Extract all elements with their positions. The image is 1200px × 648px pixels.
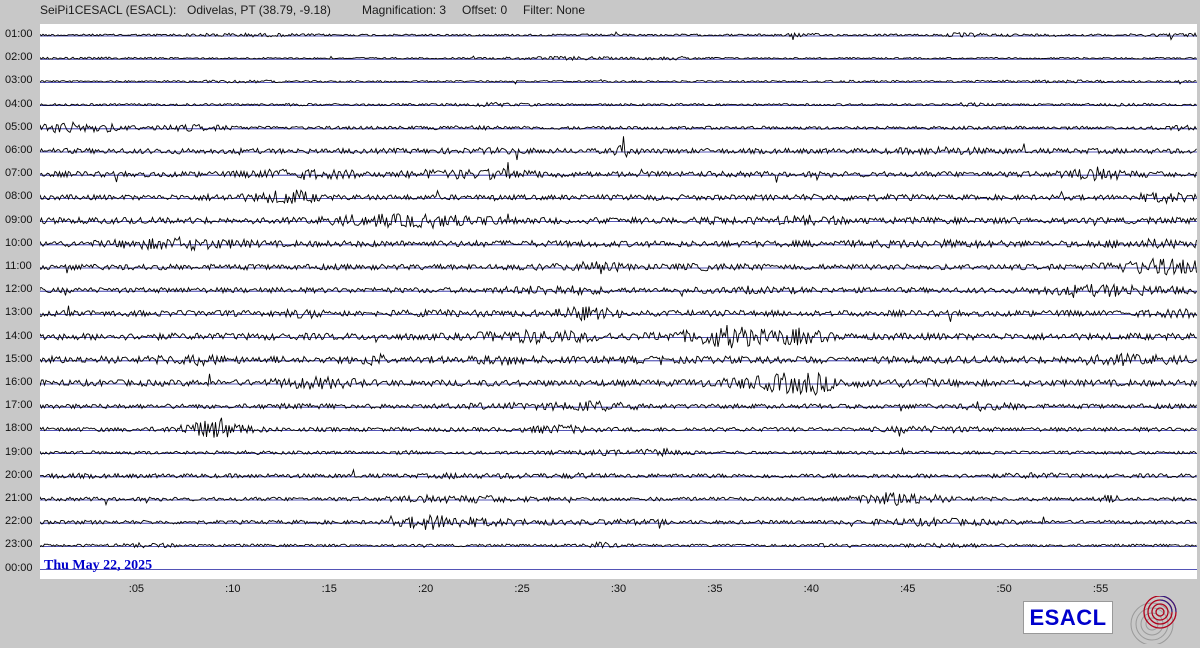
hour-label: 00:00 <box>5 561 33 574</box>
seismic-trace <box>40 513 1197 530</box>
concentric-circles-logo-icon <box>1130 596 1177 644</box>
location-label: Odivelas, PT (38.79, -9.18) <box>187 3 331 17</box>
minute-tick-label: :05 <box>128 583 145 595</box>
seismic-trace <box>40 78 1197 85</box>
hour-label: 04:00 <box>5 97 33 110</box>
brand-label: ESACL <box>1029 604 1107 630</box>
filter-label: Filter: None <box>523 3 586 17</box>
hour-label: 23:00 <box>5 538 33 551</box>
hour-label: 06:00 <box>5 144 33 156</box>
seismic-trace <box>40 136 1197 161</box>
seismic-trace <box>40 101 1197 108</box>
hour-label: 12:00 <box>5 283 33 296</box>
hour-label: 20:00 <box>5 468 33 481</box>
seismic-trace <box>40 189 1197 205</box>
hour-label: 13:00 <box>5 306 33 319</box>
hour-label: 16:00 <box>5 376 33 388</box>
seismic-trace <box>40 446 1197 458</box>
hour-label: 15:00 <box>5 352 33 365</box>
minute-axis: :05 :10 :15 :20 :25 :30 :35 :40 :45 :50 :55 <box>40 583 1197 597</box>
seismic-trace <box>40 162 1197 183</box>
seismic-trace <box>40 325 1197 349</box>
hour-label: 21:00 <box>5 492 33 504</box>
seismic-trace <box>40 417 1197 438</box>
helicorder-traces <box>40 31 1197 570</box>
seismogram-plot[interactable] <box>40 24 1197 579</box>
seismic-trace <box>40 400 1197 413</box>
minute-tick-label: :20 <box>418 583 434 595</box>
hour-label: 18:00 <box>5 422 33 435</box>
minute-tick-label: :45 <box>900 583 916 595</box>
minute-tick-label: :10 <box>225 583 241 595</box>
minute-tick-label: :50 <box>996 583 1012 595</box>
hour-label: 11:00 <box>5 260 32 272</box>
minute-tick-label: :25 <box>514 583 530 595</box>
magnification-label: Magnification: 3 <box>362 3 447 17</box>
minute-tick-label: :55 <box>1092 583 1109 595</box>
hour-label: 14:00 <box>5 329 33 342</box>
hour-label: 05:00 <box>5 120 33 133</box>
hour-label: 02:00 <box>5 51 33 64</box>
seismic-trace <box>40 235 1197 252</box>
hour-label: 17:00 <box>5 399 33 412</box>
hour-axis: 01:00 02:00 03:00 04:00 05:00 06:00 07:00 08:00… <box>0 24 40 584</box>
minute-tick-label: :40 <box>803 583 819 595</box>
hour-label: 22:00 <box>5 515 33 528</box>
seismic-trace <box>40 121 1197 134</box>
hour-label: 10:00 <box>5 236 33 249</box>
station-label: SeiPi1CESACL (ESACL): <box>40 3 177 17</box>
minute-tick-label: :30 <box>610 583 627 595</box>
date-label: Thu May 22, 2025 <box>44 558 153 573</box>
hour-label: 08:00 <box>5 190 33 203</box>
minute-tick-label: :35 <box>707 583 723 595</box>
seismic-trace <box>40 305 1197 322</box>
seismic-trace <box>40 352 1197 367</box>
hour-label: 01:00 <box>5 28 33 40</box>
esacl-brand-box: ESACL <box>1023 601 1113 634</box>
header-bar: SeiPi1CESACL (ESACL): Odivelas, PT (38.7… <box>0 0 1200 22</box>
offset-label: Offset: 0 <box>462 3 508 17</box>
hour-label: 09:00 <box>5 213 33 226</box>
seismic-trace <box>40 492 1197 507</box>
seismic-trace <box>40 468 1197 480</box>
seismic-trace <box>40 257 1197 276</box>
seismic-trace <box>40 541 1197 549</box>
hour-label: 07:00 <box>5 167 33 180</box>
seismic-trace <box>40 212 1197 230</box>
hour-label: 19:00 <box>5 445 33 458</box>
hour-label: 03:00 <box>5 74 33 87</box>
minute-tick-label: :15 <box>321 583 337 595</box>
